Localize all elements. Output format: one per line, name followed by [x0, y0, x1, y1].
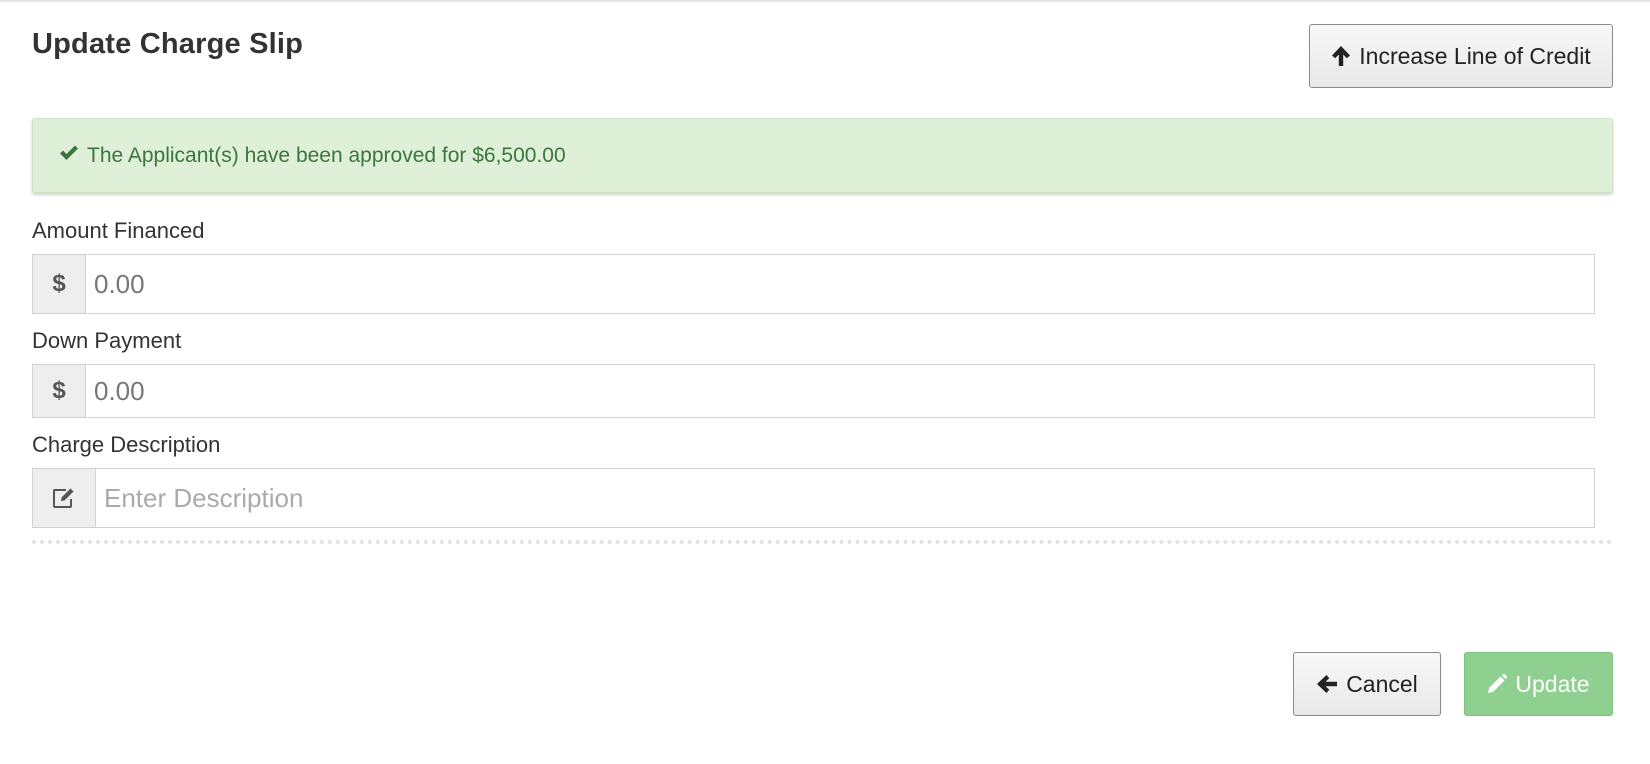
arrow-up-icon	[1331, 45, 1351, 67]
amount-financed-label: Amount Financed	[32, 218, 205, 243]
edit-icon	[33, 469, 96, 527]
cancel-label: Cancel	[1346, 670, 1418, 697]
update-label: Update	[1515, 670, 1590, 697]
cancel-button[interactable]: Cancel	[1293, 652, 1441, 716]
charge-description-label: Charge Description	[32, 432, 221, 457]
charge-description-input[interactable]	[96, 469, 1594, 527]
arrow-left-icon	[1316, 674, 1338, 694]
page-title: Update Charge Slip	[32, 28, 304, 60]
down-payment-currency-addon: $	[33, 365, 86, 417]
amount-financed-currency-addon: $	[33, 255, 86, 313]
pencil-icon	[1487, 674, 1508, 694]
increase-line-of-credit-button[interactable]: Increase Line of Credit	[1309, 24, 1613, 88]
update-button[interactable]: Update	[1464, 652, 1613, 716]
down-payment-input[interactable]	[86, 365, 1594, 417]
down-payment-group: $	[32, 364, 1595, 418]
amount-financed-input[interactable]	[86, 255, 1594, 313]
charge-description-group	[32, 468, 1595, 528]
approval-message: The Applicant(s) have been approved for …	[87, 143, 566, 167]
form-divider	[32, 540, 1613, 544]
check-icon	[59, 144, 79, 168]
amount-financed-group: $	[32, 254, 1595, 314]
charge-slip-page: Update Charge Slip Increase Line of Cred…	[32, 0, 1613, 764]
increase-line-of-credit-label: Increase Line of Credit	[1359, 42, 1591, 69]
down-payment-label: Down Payment	[32, 328, 182, 353]
approval-alert: The Applicant(s) have been approved for …	[32, 118, 1613, 193]
